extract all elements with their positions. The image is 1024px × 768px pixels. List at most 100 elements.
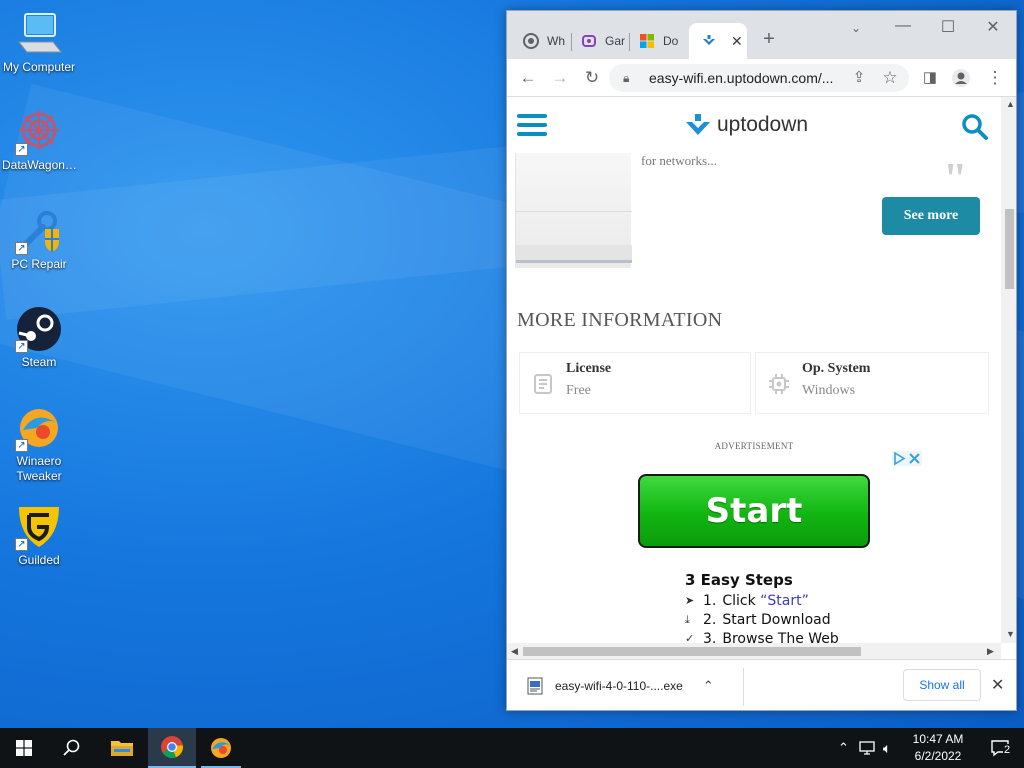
uptodown-logo-icon [686,114,710,135]
tab-search-chevron-icon[interactable]: ⌄ [833,21,879,35]
info-card-os: Op. System Windows [755,352,989,414]
share-icon[interactable]: ⇪ [849,68,869,88]
chip-icon [769,374,789,394]
chevron-up-icon[interactable]: ⌃ [703,678,714,694]
close-window-button[interactable]: ✕ [970,17,1016,37]
shortcut-arrow-icon: ↗ [15,439,28,452]
tab-gar[interactable]: Gar [569,23,627,59]
steam-icon: ↗ [15,305,63,353]
back-button[interactable]: ← [518,68,538,88]
minimize-button[interactable]: — [880,17,926,35]
chrome-icon [161,736,183,758]
system-clock[interactable]: 10:47 AM 6/2/2022 [906,731,970,765]
reload-button[interactable]: ↻ [582,68,602,88]
more-information-heading: MORE INFORMATION [517,309,723,331]
datawagon-icon: ↗ [15,108,63,156]
network-icon[interactable] [859,741,875,755]
hamburger-menu-icon[interactable] [517,114,547,136]
file-explorer-button[interactable] [98,728,146,768]
review-screenshot[interactable] [515,153,632,268]
tab-uptodown-active[interactable]: ✕ [689,23,747,59]
tab-strip: Wh Gar Do ✕ + ⌄ — ☐ ✕ [507,11,1016,59]
uptodown-icon [703,35,715,45]
scroll-up-arrow-icon[interactable]: ▲ [1006,99,1015,109]
taskbar-search-button[interactable] [48,728,96,768]
step-3: ✓ 3. Browse The Web [685,630,839,644]
info-card-license: License Free [519,352,751,414]
desktop-icon-pc-repair[interactable]: ↗ PC Repair [2,207,76,272]
shortcut-arrow-icon: ↗ [15,242,28,255]
forward-button[interactable]: → [550,68,570,88]
chrome-taskbar-button[interactable] [148,728,196,768]
desktop-icon-guilded[interactable]: ↗ Guilded [2,503,76,568]
computer-icon [15,10,63,58]
winaero-tweaker-icon: ↗ [15,404,63,452]
download-separator [743,668,744,706]
document-icon [534,374,552,394]
lock-icon: 🔒︎ [623,71,630,85]
desktop-icon-steam[interactable]: ↗ Steam [2,305,76,370]
scroll-down-arrow-icon[interactable]: ▼ [1006,629,1015,639]
pc-repair-icon: ↗ [15,207,63,255]
guilded-icon: ↗ [15,503,63,551]
system-tray: ⌃ 🔈︎ [838,728,891,768]
ad-start-button[interactable]: Start [638,474,870,548]
side-panel-icon[interactable]: ◨ [920,68,940,88]
quote-icon: " [943,154,968,203]
shortcut-arrow-icon: ↗ [15,340,28,353]
browser-menu-button[interactable]: ⋮ [985,68,1005,88]
bookmark-star-icon[interactable]: ☆ [880,68,900,88]
show-all-button[interactable]: Show all [903,669,981,701]
winaero-tweaker-icon [211,738,231,758]
ad-steps: 3 Easy Steps ➤ 1. Click “Start” ⤓ 2. Sta… [685,571,839,643]
scroll-right-arrow-icon[interactable]: ▶ [987,646,994,657]
new-tab-button[interactable]: + [759,29,779,49]
download-icon: ⤓ [685,612,690,626]
advertisement-label: ADVERTISEMENT [714,441,794,451]
vertical-scrollbar[interactable]: ▲ ▼ [1001,97,1016,643]
winaero-taskbar-button[interactable] [197,728,245,768]
site-header: uptodown [507,97,1001,153]
chrome-icon [523,33,539,49]
horizontal-scroll-thumb[interactable] [523,647,861,656]
horizontal-scrollbar[interactable]: ◀ ▶ [507,643,1001,659]
taskbar: ⌃ 🔈︎ 10:47 AM 6/2/2022 2 [0,728,1024,768]
desktop-icon-winaero-tweaker[interactable]: ↗ Winaero Tweaker [2,404,76,484]
tab-whatsapp[interactable]: Wh [511,23,569,59]
maximize-button[interactable]: ☐ [925,17,971,37]
close-tab-icon[interactable]: ✕ [731,33,743,50]
download-bar: easy-wifi-4-0-110-....exe ⌃ Show all ✕ [507,659,1016,710]
close-download-bar-icon[interactable]: ✕ [991,675,1004,695]
review-snippet: for networks... [641,153,717,168]
page-viewport: uptodown for networks... " See more MORE… [507,97,1001,643]
adchoices-icon[interactable] [892,451,922,466]
step-1: ➤ 1. Click “Start” [685,592,809,609]
step-2: ⤓ 2. Start Download [685,611,831,628]
vertical-scroll-thumb[interactable] [1005,209,1014,289]
phone-icon [582,35,596,47]
see-more-button[interactable]: See more [882,197,980,235]
microsoft-icon [640,34,654,48]
folder-icon [111,741,133,756]
search-icon[interactable] [961,113,989,141]
browser-window: Wh Gar Do ✕ + ⌄ — ☐ ✕ ← → ↻ 🔒︎ easy-wifi… [506,10,1017,711]
uptodown-logo[interactable]: uptodown [685,111,808,139]
windows-logo-icon [16,740,32,756]
start-button[interactable] [0,728,48,768]
shortcut-arrow-icon: ↗ [15,538,28,551]
volume-icon[interactable]: 🔈︎ [883,740,891,757]
notification-count-badge: 2 [1003,744,1012,756]
review-card: for networks... " See more [515,153,991,268]
desktop-icon-datawagon[interactable]: ↗ DataWagon… [2,108,77,173]
download-item[interactable]: easy-wifi-4-0-110-....exe ⌃ [527,672,727,700]
shortcut-arrow-icon: ↗ [15,143,28,156]
scroll-left-arrow-icon[interactable]: ◀ [511,646,518,657]
search-icon [63,739,80,756]
steps-title: 3 Easy Steps [685,571,793,589]
profile-avatar[interactable] [951,68,971,88]
exe-file-icon [527,677,543,695]
show-hidden-icons-chevron-icon[interactable]: ⌃ [838,740,849,756]
tab-download[interactable]: Do [627,23,689,59]
action-center-button[interactable]: 2 [976,728,1024,768]
desktop-icon-my-computer[interactable]: My Computer [2,10,76,75]
